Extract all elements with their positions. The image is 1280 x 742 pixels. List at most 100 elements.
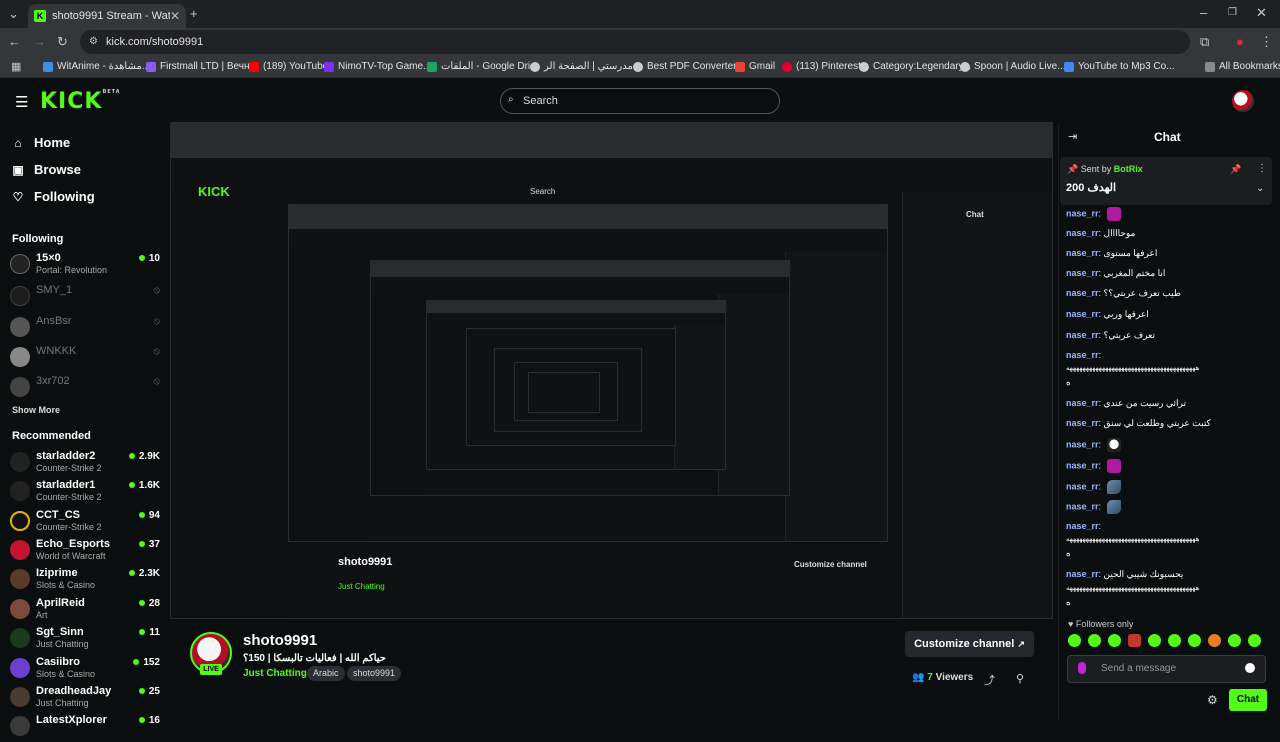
profile-icon[interactable]: ● [1236, 35, 1244, 49]
nested-search-label: Search [530, 187, 556, 196]
user-settings-icon[interactable]: ⚲ [1016, 672, 1024, 685]
chat-message: nase_rr: [1066, 521, 1102, 531]
following-channel[interactable]: 15×0 Portal: Revolution 10 [10, 252, 160, 280]
hamburger-menu-icon[interactable]: ☰ [15, 93, 28, 111]
bookmark-item[interactable]: Best PDF Converter... [633, 61, 744, 72]
recommended-channel[interactable]: Sgt_Sinn Just Chatting 11 [10, 626, 160, 654]
tag-shoto9991[interactable]: shoto9991 [347, 666, 402, 681]
collapse-chat-icon[interactable]: ⇥ [1068, 130, 1077, 143]
browse-icon: ▣ [12, 162, 24, 177]
following-channel[interactable]: SMY_1 ⦸ [10, 284, 160, 312]
avatar [10, 347, 30, 367]
folder-icon [1205, 61, 1215, 72]
extensions-icon[interactable]: ⧉ [1200, 35, 1209, 49]
tag-arabic[interactable]: Arabic [307, 666, 345, 681]
bookmark-item[interactable]: YouTube to Mp3 Co... [1064, 61, 1175, 72]
forward-icon[interactable]: → [33, 35, 46, 49]
bookmark-item[interactable]: (189) YouTube [249, 61, 328, 72]
bookmark-item[interactable]: (113) Pinterest [782, 61, 861, 72]
bookmark-item[interactable]: مدرستي | الصفحة الر... [530, 61, 641, 72]
share-icon[interactable]: ⤴ [984, 672, 995, 688]
emote-icon [1106, 207, 1121, 221]
emote-icon[interactable] [1148, 634, 1161, 647]
chevron-down-icon[interactable]: ⌄ [1256, 183, 1264, 194]
url-field[interactable]: kick.com/shoto9991 [80, 30, 1190, 54]
emote-icon[interactable] [1188, 634, 1201, 647]
browser-tab[interactable]: K shoto9991 Stream - Watch Live ✕ [28, 4, 186, 28]
stream-category[interactable]: Just Chatting [243, 668, 307, 679]
following-channel[interactable]: WNKKK ⦸ [10, 345, 160, 373]
maximize-icon[interactable]: ❐ [1228, 6, 1237, 20]
bookmark-item[interactable]: NimoTV-Top Game... [324, 61, 431, 72]
chat-message: nase_rr: اعرفها مستوى [1066, 248, 1158, 258]
recommended-channel[interactable]: Casiibro Slots & Casino 152 [10, 656, 160, 684]
chat-message-spam: هههههههههههههههههههههههههههههههههههههههه… [1066, 585, 1200, 592]
apps-grid-icon[interactable]: ▦ [11, 60, 21, 74]
bookmark-item[interactable]: الملفات - Google Dri... [427, 61, 538, 72]
nav-browse[interactable]: ▣ Browse [12, 162, 81, 177]
nav-home[interactable]: ⌂ Home [12, 135, 70, 150]
avatar [10, 254, 30, 274]
following-channel[interactable]: 3xr702 ⦸ [10, 375, 160, 403]
bookmark-item[interactable]: Category:Legendary... [859, 61, 971, 72]
search-input[interactable]: Search [500, 88, 780, 114]
close-window-icon[interactable]: ✕ [1256, 6, 1267, 20]
minimize-icon[interactable]: – [1200, 6, 1207, 20]
recommended-channel[interactable]: DreadheadJay Just Chatting 25 [10, 685, 160, 713]
heart-icon: ♥ [1068, 619, 1074, 629]
nav-following[interactable]: ♡ Following [12, 189, 95, 204]
send-chat-button[interactable]: Chat [1229, 689, 1267, 711]
recommended-channel[interactable]: Echo_Esports World of Warcraft 37 [10, 538, 160, 566]
nested-chat [674, 324, 725, 469]
new-tab-icon[interactable]: + [190, 7, 198, 21]
viewer-count: 👥 7 Viewers [912, 672, 974, 683]
chat-message-tail: ه [1066, 597, 1071, 607]
stream-title: حياكم الله | فعاليات تالبسكا | 150؟ [243, 653, 386, 664]
kick-favicon-icon: K [34, 10, 46, 22]
emote-icon[interactable] [1168, 634, 1181, 647]
pinned-options-icon[interactable]: ⋮ [1257, 163, 1267, 174]
customize-channel-button[interactable]: Customize channel ↗ [905, 631, 1034, 657]
menu-dots-icon[interactable]: ⋮ [1260, 35, 1273, 49]
emoji-picker-icon[interactable] [1245, 663, 1255, 673]
site-info-icon[interactable]: ⚙ [89, 35, 98, 49]
emote-icon[interactable] [1108, 634, 1121, 647]
all-bookmarks[interactable]: All Bookmarks [1205, 61, 1280, 72]
chat-message: nase_rr: طيب تعرف عربتي؟؟ [1066, 288, 1182, 298]
following-channel[interactable]: AnsBsr ⦸ [10, 315, 160, 343]
emote-icon[interactable] [1228, 634, 1241, 647]
unpin-icon[interactable]: 📌 [1230, 164, 1241, 175]
send-message-input[interactable]: Send a message [1067, 655, 1266, 683]
emote-icon[interactable] [1248, 634, 1261, 647]
emote-icon[interactable] [1128, 634, 1141, 647]
nested-customize-button: Customize channel [794, 560, 867, 569]
reload-icon[interactable]: ↻ [57, 35, 68, 49]
bookmark-item[interactable]: Spoon | Audio Live... [960, 61, 1066, 72]
chat-message: nase_rr: موحاااال [1066, 228, 1136, 238]
recommended-channel[interactable]: LatestXplorer 16 [10, 714, 160, 742]
recommended-channel[interactable]: starladder1 Counter-Strike 2 1.6K [10, 479, 160, 507]
emote-icon[interactable] [1208, 634, 1221, 647]
recommended-channel[interactable]: Iziprime Slots & Casino 2.3K [10, 567, 160, 595]
emote-icon[interactable] [1088, 634, 1101, 647]
tab-title: shoto9991 Stream - Watch Live [52, 10, 170, 22]
bookmark-item[interactable]: WitAnime - مشاهدة... [43, 61, 150, 72]
kick-logo[interactable]: KICKBETA [40, 89, 121, 114]
bookmark-item[interactable]: Firstmall LTD | Вечн... [146, 61, 258, 72]
globe-icon [530, 61, 540, 72]
recommended-channel[interactable]: AprilReid Art 28 [10, 597, 160, 625]
tab-search-icon[interactable]: ⌄ [8, 7, 19, 21]
recommended-channel[interactable]: CCT_CS Counter-Strike 2 94 [10, 509, 160, 537]
skull-emote-icon [1106, 438, 1121, 452]
video-player[interactable]: KICK Search Chat shoto9991 Just Chatting… [170, 122, 1053, 619]
user-avatar[interactable] [1232, 90, 1254, 112]
close-tab-icon[interactable]: ✕ [170, 9, 180, 23]
chat-settings-icon[interactable]: ⚙ [1207, 693, 1218, 707]
show-more-link[interactable]: Show More [12, 405, 60, 415]
channel-name[interactable]: shoto9991 [243, 632, 317, 649]
microphone-icon[interactable] [1078, 662, 1086, 674]
recommended-channel[interactable]: starladder2 Counter-Strike 2 2.9K [10, 450, 160, 478]
back-icon[interactable]: ← [8, 35, 21, 49]
bookmark-item[interactable]: Gmail [735, 61, 775, 72]
emote-icon[interactable] [1068, 634, 1081, 647]
